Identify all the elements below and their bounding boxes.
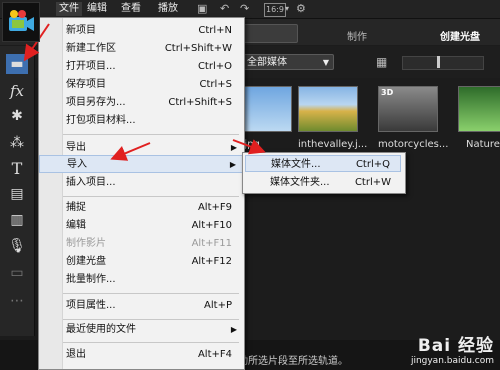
app-logo-icon (9, 10, 34, 31)
app-logo (2, 2, 40, 42)
annotation-arrow (232, 139, 266, 155)
annotation-arrows (23, 23, 266, 161)
annotation-arrow (110, 142, 151, 161)
